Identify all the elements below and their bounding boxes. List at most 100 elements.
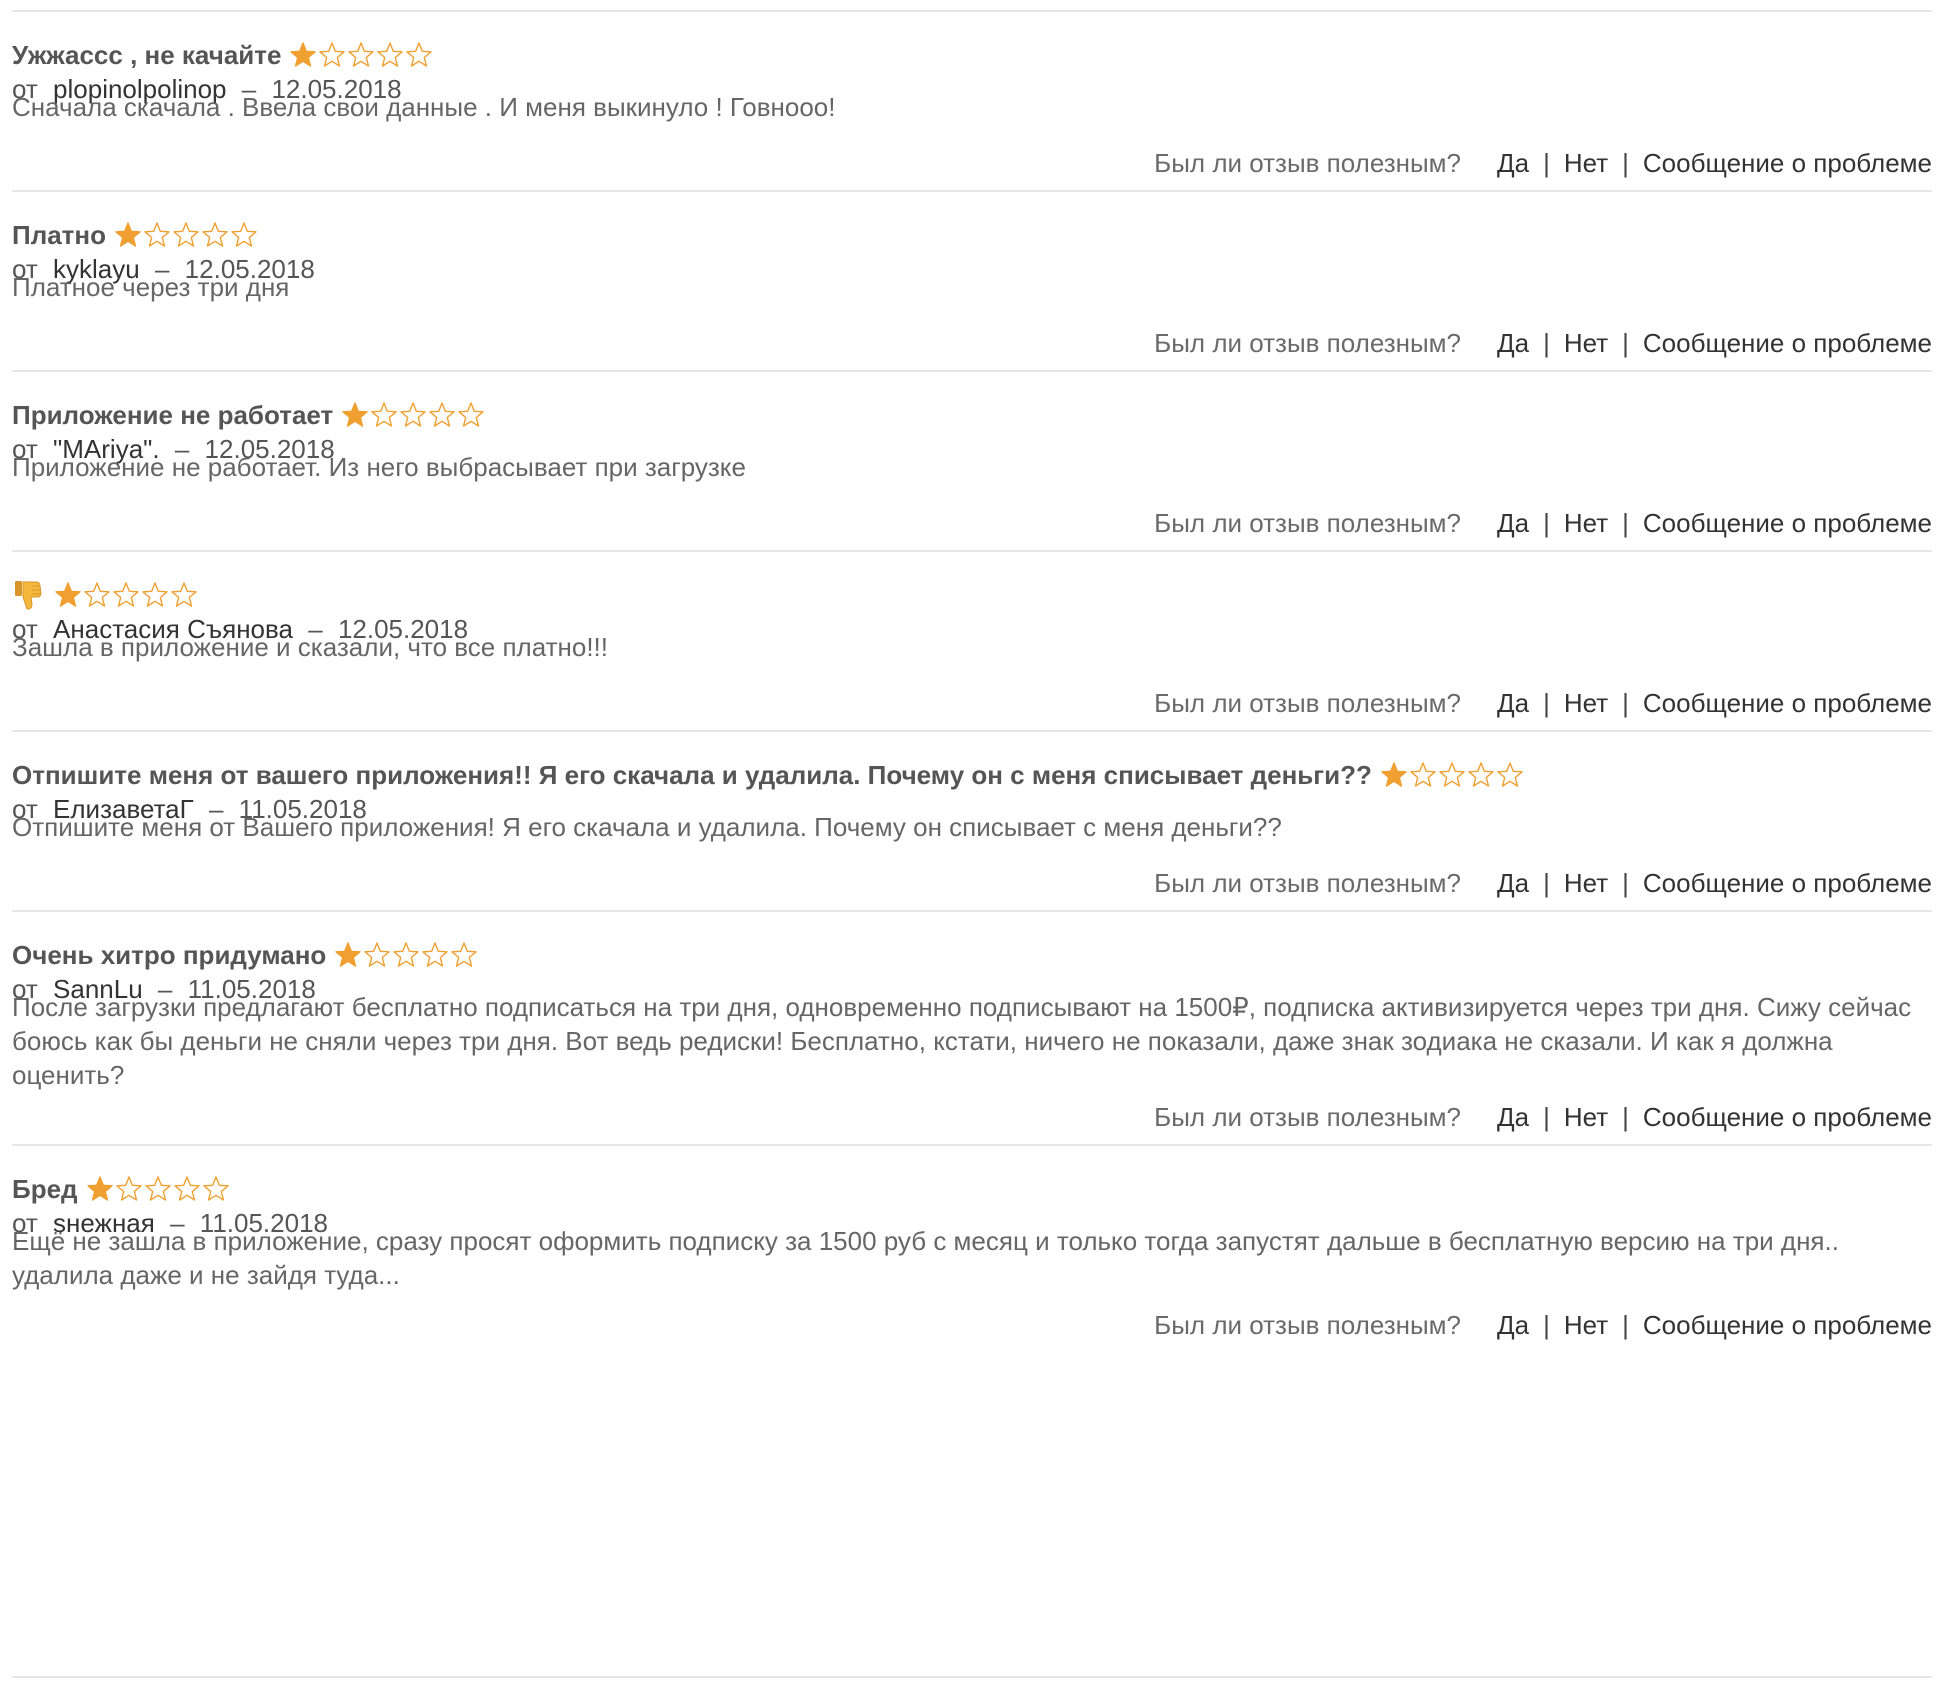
helpful-yes-link[interactable]: Да	[1497, 148, 1529, 179]
helpful-yes-link[interactable]: Да	[1497, 1102, 1529, 1133]
separator: |	[1622, 147, 1629, 178]
review-title-line: Очень хитро придумано	[12, 938, 478, 972]
helpful-no-link[interactable]: Нет	[1564, 328, 1608, 359]
star-empty-icon	[1468, 762, 1494, 787]
star-empty-icon	[84, 582, 110, 607]
report-problem-link[interactable]: Сообщение о проблеме	[1643, 148, 1932, 179]
helpful-question: Был ли отзыв полезным?	[1154, 687, 1462, 718]
report-problem-link[interactable]: Сообщение о проблеме	[1643, 1310, 1932, 1341]
star-empty-icon	[422, 942, 449, 967]
report-problem-link[interactable]: Сообщение о проблеме	[1643, 1102, 1932, 1133]
star-rating	[54, 581, 198, 609]
separator: |	[1543, 507, 1550, 538]
star-empty-icon	[202, 1176, 229, 1201]
star-filled-icon	[86, 1176, 113, 1201]
star-filled-icon	[342, 402, 368, 427]
helpful-yes-link[interactable]: Да	[1497, 328, 1529, 359]
report-problem-link[interactable]: Сообщение о проблеме	[1643, 328, 1932, 359]
star-rating	[86, 1175, 230, 1203]
star-empty-icon	[173, 222, 199, 247]
star-empty-icon	[364, 942, 391, 967]
helpful-no-link[interactable]: Нет	[1564, 508, 1608, 539]
star-filled-icon	[55, 582, 81, 607]
review-body: Приложение не работает. Из него выбрасыв…	[12, 452, 746, 482]
star-empty-icon	[393, 942, 420, 967]
separator: |	[1622, 687, 1629, 718]
separator: |	[1543, 327, 1550, 358]
review-body: Сначала скачала . Ввела свои данные . И …	[12, 92, 836, 122]
star-empty-icon	[406, 42, 433, 67]
review-body: Отпишите меня от Вашего приложения! Я ег…	[12, 812, 1282, 842]
star-empty-icon	[113, 582, 139, 607]
review-title: Очень хитро придумано	[12, 939, 327, 970]
review-body: Платное через три дня	[12, 272, 290, 302]
helpful-question: Был ли отзыв полезным?	[1154, 1309, 1462, 1340]
helpful-no-link[interactable]: Нет	[1564, 868, 1608, 899]
star-empty-icon	[1439, 762, 1465, 787]
report-problem-link[interactable]: Сообщение о проблеме	[1643, 688, 1932, 719]
star-empty-icon	[377, 42, 404, 67]
star-empty-icon	[1497, 762, 1523, 787]
review-feedback: Был ли отзыв полезным? Да | Нет | Сообще…	[1154, 686, 1932, 720]
helpful-question: Был ли отзыв полезным?	[1154, 327, 1462, 358]
review-body: Ещё не зашла в приложение, сразу просят …	[12, 1226, 1839, 1290]
star-empty-icon	[173, 1176, 200, 1201]
helpful-question: Был ли отзыв полезным?	[1154, 867, 1462, 898]
star-empty-icon	[458, 402, 484, 427]
star-empty-icon	[142, 582, 168, 607]
review-title: Бред	[12, 1173, 78, 1204]
separator: |	[1622, 1101, 1629, 1132]
star-filled-icon	[1381, 762, 1407, 787]
star-empty-icon	[231, 222, 257, 247]
thumbs-down-icon	[15, 581, 42, 610]
star-empty-icon	[371, 402, 397, 427]
review-title-line: Отпишите меня от вашего приложения!! Я е…	[12, 758, 1524, 792]
helpful-question: Был ли отзыв полезным?	[1154, 1101, 1462, 1132]
review-title: Ужжассс , не качайте	[12, 39, 282, 70]
star-empty-icon	[400, 402, 426, 427]
star-empty-icon	[451, 942, 478, 967]
helpful-yes-link[interactable]: Да	[1497, 868, 1529, 899]
star-empty-icon	[115, 1176, 142, 1201]
review-title: Приложение не работает	[12, 399, 334, 430]
helpful-yes-link[interactable]: Да	[1497, 508, 1529, 539]
separator: |	[1543, 1101, 1550, 1132]
star-rating	[1380, 761, 1524, 789]
star-rating	[341, 401, 485, 429]
review-feedback: Был ли отзыв полезным? Да | Нет | Сообще…	[1154, 1308, 1932, 1342]
star-empty-icon	[348, 42, 375, 67]
review-body: После загрузки предлагают бесплатно подп…	[12, 992, 1912, 1090]
star-filled-icon	[335, 942, 362, 967]
review-title: Платно	[12, 219, 106, 250]
helpful-no-link[interactable]: Нет	[1564, 1310, 1608, 1341]
review-item: Очень хитро придумано от SannLu – 11.05.…	[12, 910, 1932, 1144]
report-problem-link[interactable]: Сообщение о проблеме	[1643, 868, 1932, 899]
review-title-line: Приложение не работает	[12, 398, 485, 432]
separator: |	[1622, 327, 1629, 358]
review-feedback: Был ли отзыв полезным? Да | Нет | Сообще…	[1154, 866, 1932, 900]
star-rating	[334, 941, 478, 969]
helpful-no-link[interactable]: Нет	[1564, 688, 1608, 719]
star-empty-icon	[144, 222, 170, 247]
separator: |	[1622, 867, 1629, 898]
helpful-question: Был ли отзыв полезным?	[1154, 507, 1462, 538]
star-empty-icon	[1410, 762, 1436, 787]
helpful-yes-link[interactable]: Да	[1497, 1310, 1529, 1341]
separator: |	[1543, 867, 1550, 898]
helpful-question: Был ли отзыв полезным?	[1154, 147, 1462, 178]
review-title-line	[12, 578, 198, 612]
review-title-line: Ужжассс , не качайте	[12, 38, 433, 72]
report-problem-link[interactable]: Сообщение о проблеме	[1643, 508, 1932, 539]
review-title-line: Платно	[12, 218, 258, 252]
helpful-yes-link[interactable]: Да	[1497, 688, 1529, 719]
review-item: Бред от sнежная – 11.05.2018 Ещё не зашл…	[12, 1144, 1932, 1352]
star-empty-icon	[319, 42, 346, 67]
separator: |	[1543, 1309, 1550, 1340]
review-title: Отпишите меня от вашего приложения!! Я е…	[12, 759, 1372, 790]
review-feedback: Был ли отзыв полезным? Да | Нет | Сообще…	[1154, 506, 1932, 540]
star-filled-icon	[115, 222, 141, 247]
helpful-no-link[interactable]: Нет	[1564, 148, 1608, 179]
review-title-line: Бред	[12, 1172, 230, 1206]
review-item: Ужжассс , не качайте от plopinolpolinop …	[12, 10, 1932, 190]
helpful-no-link[interactable]: Нет	[1564, 1102, 1608, 1133]
